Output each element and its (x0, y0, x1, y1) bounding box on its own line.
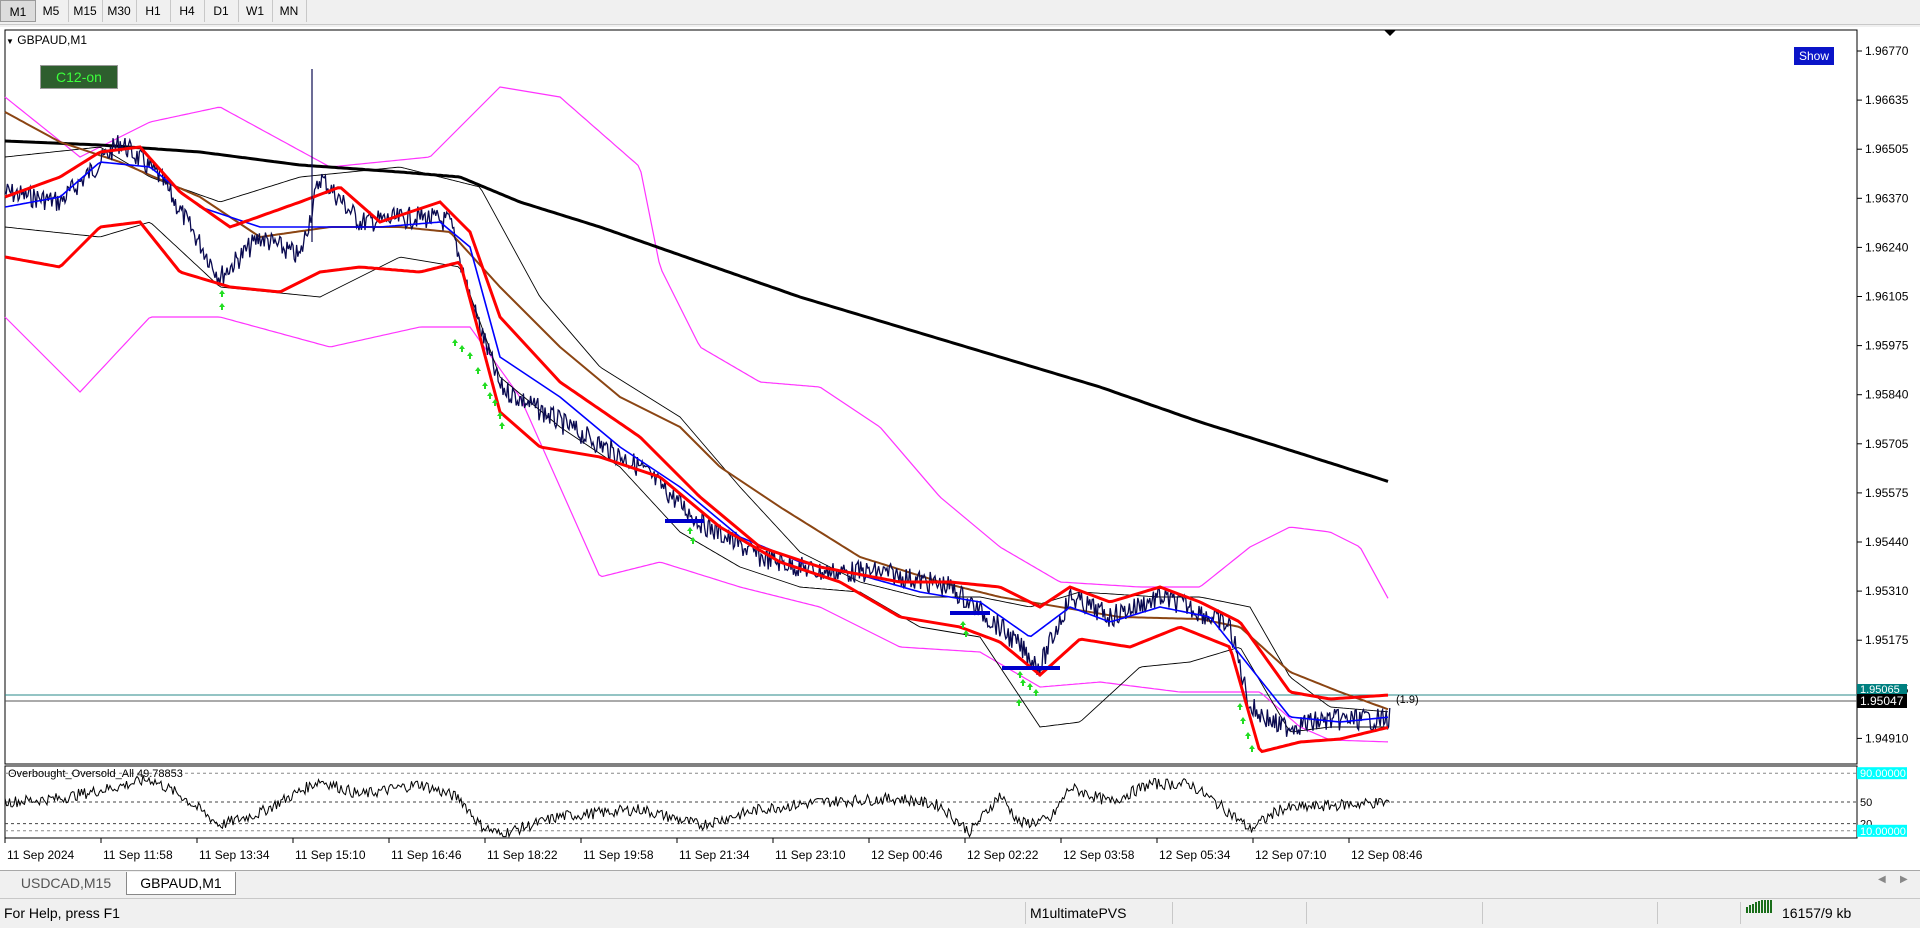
time-tick-label: 11 Sep 2024 (7, 848, 74, 862)
price-tick-label: 1.95440 (1865, 535, 1909, 549)
time-tick-label: 11 Sep 11:58 (103, 848, 173, 862)
time-tick-label: 11 Sep 23:10 (775, 848, 846, 862)
chart-tabs: USDCAD,M15 GBPAUD,M1 ◀ ▶ (0, 870, 1920, 895)
price-tick-label: 1.96370 (1865, 191, 1909, 205)
timeframe-toolbar: M1 M5 M15 M30 H1 H4 D1 W1 MN (0, 0, 1920, 25)
traffic-text: 16157/9 kb (1782, 905, 1852, 921)
timeframe-mn-button[interactable]: MN (272, 0, 307, 22)
price-tick-label: 1.96105 (1865, 290, 1909, 304)
help-text: For Help, press F1 (4, 905, 120, 921)
time-tick-label: 11 Sep 13:34 (199, 848, 270, 862)
timeframe-h4-button[interactable]: H4 (170, 0, 205, 22)
timeframe-m15-button[interactable]: M15 (68, 0, 103, 22)
chevron-down-icon[interactable]: ▼ (6, 37, 14, 46)
price-tick-label: 1.94910 (1865, 731, 1909, 745)
timeframe-h1-button[interactable]: H1 (136, 0, 171, 22)
time-tick-label: 11 Sep 21:34 (679, 848, 750, 862)
timeframe-m30-button[interactable]: M30 (102, 0, 137, 22)
price-tick-label: 1.95705 (1865, 437, 1909, 451)
indicator-label: Overbought_Oversold_All 49.78853 (8, 768, 183, 780)
price-tick-label: 1.95575 (1865, 486, 1909, 500)
price-tick-label: 1.96240 (1865, 240, 1909, 254)
scroll-left-icon[interactable]: ◀ (1878, 874, 1886, 885)
price-tick-label: 1.95840 (1865, 388, 1909, 402)
price-annotation: (1.9) (1396, 694, 1419, 706)
tab-usdcad-m15[interactable]: USDCAD,M15 (8, 872, 124, 894)
level-mid-label: 50 (1860, 797, 1872, 809)
time-tick-label: 12 Sep 00:46 (871, 848, 943, 862)
symbol-label: ▼ GBPAUD,M1 (6, 33, 88, 47)
profile-name: M1ultimatePVS (1030, 905, 1127, 921)
price-tick-label: 1.96770 (1865, 44, 1909, 58)
price-tick-label: 1.95310 (1865, 584, 1909, 598)
timeframe-m1-button[interactable]: M1 (0, 0, 36, 22)
time-tick-label: 11 Sep 19:58 (583, 848, 654, 862)
show-button[interactable]: Show (1793, 46, 1835, 66)
current-price-label: 1.95047 (1860, 694, 1904, 708)
price-tick-label: 1.96505 (1865, 142, 1909, 156)
chart-window[interactable]: (1.9) Overbought_Oversold_All 49.78853 90… (0, 27, 1920, 870)
price-tick-label: 1.95175 (1865, 633, 1909, 647)
chart-canvas[interactable]: (1.9) Overbought_Oversold_All 49.78853 90… (0, 27, 1920, 870)
c12-badge[interactable]: C12-on (40, 65, 118, 89)
time-tick-label: 12 Sep 08:46 (1351, 848, 1423, 862)
time-tick-label: 12 Sep 07:10 (1255, 848, 1327, 862)
level-bottom-label: 10.00000 (1860, 826, 1906, 838)
level-high-label: 90.00000 (1860, 768, 1906, 780)
timeframe-w1-button[interactable]: W1 (238, 0, 273, 22)
status-bar: For Help, press F1 M1ultimatePVS 16157/9… (0, 898, 1920, 928)
price-tick-label: 1.96635 (1865, 93, 1909, 107)
timeframe-m5-button[interactable]: M5 (34, 0, 69, 22)
main-pane (4, 29, 1858, 765)
connection-icon (1745, 899, 1775, 928)
tab-gbpaud-m1[interactable]: GBPAUD,M1 (126, 872, 236, 895)
time-tick-label: 11 Sep 18:22 (487, 848, 558, 862)
time-tick-label: 11 Sep 16:46 (391, 848, 462, 862)
time-tick-label: 12 Sep 02:22 (967, 848, 1039, 862)
scroll-right-icon[interactable]: ▶ (1900, 874, 1908, 885)
time-tick-label: 12 Sep 03:58 (1063, 848, 1135, 862)
time-tick-label: 11 Sep 15:10 (295, 848, 366, 862)
time-tick-label: 12 Sep 05:34 (1159, 848, 1231, 862)
price-tick-label: 1.95975 (1865, 339, 1909, 353)
timeframe-d1-button[interactable]: D1 (204, 0, 239, 22)
